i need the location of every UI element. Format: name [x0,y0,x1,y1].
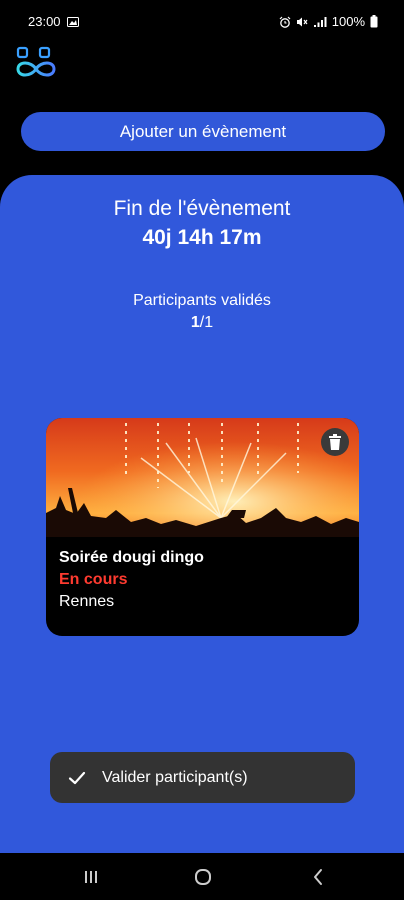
participants-total: /1 [199,314,214,331]
signal-icon [313,16,327,28]
participants-label: Participants validés [133,292,271,309]
event-city: Rennes [59,593,115,610]
event-countdown: 40j 14h 17m [142,226,262,249]
validate-participants-button[interactable]: Valider participant(s) [50,752,355,803]
delete-event-button[interactable] [321,428,349,456]
status-left: 23:00 [28,14,79,29]
navigation-bar [0,853,404,900]
status-right: 100% [279,14,378,29]
status-bar: 23:00 100% [0,0,404,44]
event-name: Soirée dougi dingo [59,549,204,566]
event-image [46,418,359,537]
trash-icon [329,434,341,450]
event-status: En cours [59,571,128,588]
logo-icon [14,46,58,80]
participants-count: 1/1 [0,314,404,332]
home-icon[interactable] [194,868,212,891]
battery-level: 100% [331,14,365,29]
add-event-button[interactable]: Ajouter un évènement [21,112,385,151]
gallery-notification-icon [66,16,79,27]
event-end-title: Fin de l'évènement [113,197,291,220]
alarm-icon [279,16,291,28]
validate-participants-label: Valider participant(s) [102,768,248,786]
event-card[interactable]: Soirée dougi dingo En cours Rennes [46,418,359,636]
battery-icon [370,15,378,28]
back-icon[interactable] [311,868,325,891]
status-time: 23:00 [28,14,61,29]
participants-validated: 1 [190,314,200,331]
recents-icon[interactable] [83,869,99,890]
check-icon [68,771,86,784]
mute-icon [296,16,308,28]
